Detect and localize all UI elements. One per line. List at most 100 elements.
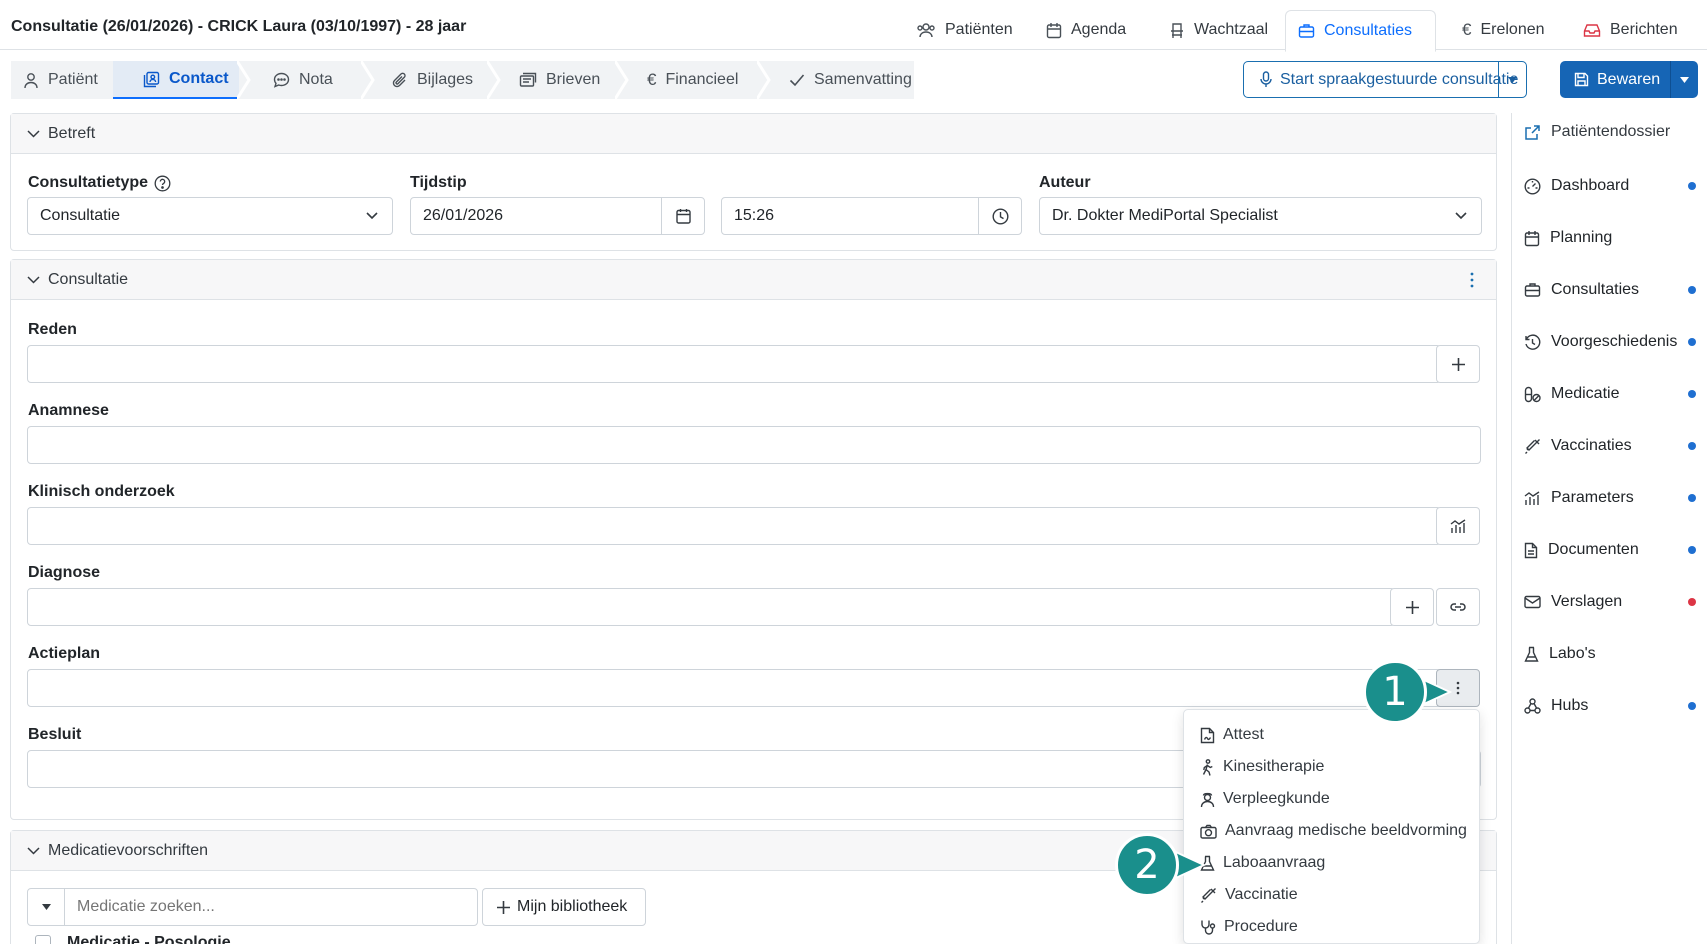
betreft-title: Betreft <box>48 124 96 142</box>
tab-nota[interactable]: Nota <box>261 61 333 99</box>
medicatie-search-mode-toggle[interactable] <box>27 888 65 926</box>
medicatie-search-input[interactable] <box>64 888 478 926</box>
callout-badge-2: 2 <box>1115 833 1179 897</box>
caret-down-icon <box>41 904 51 910</box>
status-dot-vaccinaties <box>1688 442 1696 450</box>
menu-item-attest[interactable]: Attest <box>1200 721 1264 749</box>
voice-consult-label: Start spraakgestuurde consultatie <box>1280 70 1519 88</box>
help-icon[interactable] <box>154 175 171 192</box>
flask-icon <box>1524 646 1539 663</box>
sidebar-divider <box>1511 113 1512 944</box>
menu-item-label: Vaccinatie <box>1225 886 1298 903</box>
nav-agenda[interactable]: Agenda <box>1034 10 1138 50</box>
tab-samenvatting[interactable]: Samenvatting <box>777 61 912 99</box>
klinisch-input[interactable] <box>27 507 1441 545</box>
save-dropdown-toggle[interactable] <box>1670 61 1698 98</box>
tab-bijlages[interactable]: Bijlages <box>380 61 473 99</box>
sidebar-item-dashboard[interactable]: Dashboard <box>1524 171 1629 201</box>
menu-item-procedure[interactable]: Procedure <box>1200 913 1298 941</box>
date-input[interactable]: 26/01/2026 <box>410 197 662 235</box>
check-icon <box>789 73 805 87</box>
menu-item-vaccinatie[interactable]: Vaccinatie <box>1200 881 1298 909</box>
plus-icon <box>1405 600 1420 615</box>
consultatietype-select[interactable]: Consultatie <box>27 197 393 235</box>
tab-brieven[interactable]: Brieven <box>507 61 600 99</box>
contact-icon <box>143 71 160 88</box>
voice-consult-button-group: Start spraakgestuurde consultatie <box>1243 61 1527 98</box>
diagnose-add-button[interactable] <box>1390 588 1434 626</box>
voice-consult-dropdown-toggle[interactable] <box>1498 61 1526 98</box>
auteur-select[interactable]: Dr. Dokter MediPortal Specialist <box>1039 197 1482 235</box>
reden-input[interactable] <box>27 345 1441 383</box>
sidebar-item-medicatie[interactable]: Medicatie <box>1524 379 1619 409</box>
parameters-button[interactable] <box>1436 507 1480 545</box>
date-picker-button[interactable] <box>661 197 705 235</box>
diagnose-link-button[interactable] <box>1436 588 1480 626</box>
more-vertical-icon[interactable] <box>1470 272 1474 288</box>
letters-icon <box>519 72 537 88</box>
calendar-icon <box>1046 22 1062 39</box>
my-library-button[interactable]: Mijn bibliotheek <box>482 888 646 926</box>
tab-separator <box>615 61 629 99</box>
nav-berichten[interactable]: Berichten <box>1571 10 1690 50</box>
time-input[interactable]: 15:26 <box>721 197 979 235</box>
tab-financieel[interactable]: € Financieel <box>635 61 738 99</box>
plus-icon <box>1451 357 1466 372</box>
more-vertical-icon <box>1456 681 1460 695</box>
nav-erelonen[interactable]: € Erelonen <box>1450 10 1557 50</box>
sidebar-item-label: Labo's <box>1549 645 1596 662</box>
consultatie-header[interactable]: Consultatie <box>11 260 1496 300</box>
stethoscope-icon <box>1200 919 1216 936</box>
nav-label: Patiënten <box>945 21 1013 38</box>
briefcase-icon <box>1524 282 1541 298</box>
betreft-header[interactable]: Betreft <box>11 114 1496 154</box>
menu-item-beeldvorming[interactable]: Aanvraag medische beeldvorming <box>1200 817 1467 845</box>
sidebar-item-consultaties[interactable]: Consultaties <box>1524 275 1639 305</box>
sidebar-item-planning[interactable]: Planning <box>1524 223 1612 253</box>
caret-down-icon <box>1508 76 1517 83</box>
sidebar-item-patientendossier[interactable]: Patiëntendossier <box>1524 117 1670 147</box>
sidebar-item-verslagen[interactable]: Verslagen <box>1524 587 1622 617</box>
paperclip-icon <box>392 72 408 89</box>
anamnese-input[interactable] <box>27 426 1481 464</box>
tab-contact[interactable]: Contact <box>113 61 239 99</box>
diagnose-input[interactable] <box>27 588 1395 626</box>
menu-item-verpleegkunde[interactable]: Verpleegkunde <box>1200 785 1330 813</box>
floppy-disk-icon <box>1574 72 1589 87</box>
save-button[interactable]: Bewaren <box>1560 61 1670 98</box>
chat-icon <box>273 72 290 89</box>
sidebar-item-label: Voorgeschiedenis <box>1551 333 1678 350</box>
euro-icon: € <box>647 70 657 89</box>
actieplan-dropdown-menu: Attest Kinesitherapie Verpleegkunde Aanv… <box>1183 709 1480 944</box>
auteur-value: Dr. Dokter MediPortal Specialist <box>1052 207 1278 224</box>
consultatietype-value: Consultatie <box>40 207 121 224</box>
nurse-icon <box>1200 791 1215 808</box>
sidebar-item-parameters[interactable]: Parameters <box>1524 483 1634 513</box>
select-all-checkbox[interactable] <box>35 935 51 944</box>
sidebar-item-voorgeschiedenis[interactable]: Voorgeschiedenis <box>1524 327 1677 357</box>
actieplan-input[interactable] <box>27 669 1441 707</box>
nav-patienten[interactable]: Patiënten <box>904 10 1025 50</box>
time-picker-button[interactable] <box>978 197 1022 235</box>
chevron-down-icon <box>27 846 40 855</box>
sidebar-item-label: Consultaties <box>1551 281 1640 298</box>
status-dot-hubs <box>1688 702 1696 710</box>
menu-item-label: Aanvraag medische beeldvorming <box>1225 822 1467 839</box>
nav-consultaties[interactable]: Consultaties <box>1285 10 1436 52</box>
person-icon <box>23 72 39 89</box>
sidebar-item-labos[interactable]: Labo's <box>1524 639 1596 669</box>
sidebar-item-vaccinaties[interactable]: Vaccinaties <box>1524 431 1632 461</box>
sidebar-item-hubs[interactable]: Hubs <box>1524 691 1588 721</box>
betreft-card: Betreft Consultatietype Consultatie Tijd… <box>10 113 1497 251</box>
consultatietype-label: Consultatietype <box>28 174 171 192</box>
menu-item-kinesitherapie[interactable]: Kinesitherapie <box>1200 753 1324 781</box>
nav-wachtzaal[interactable]: Wachtzaal <box>1157 10 1280 50</box>
voice-consult-button[interactable]: Start spraakgestuurde consultatie <box>1244 62 1526 97</box>
menu-item-laboaanvraag[interactable]: Laboaanvraag <box>1200 849 1325 877</box>
caret-down-icon <box>1680 76 1689 83</box>
reden-add-button[interactable] <box>1436 345 1480 383</box>
sidebar-item-documenten[interactable]: Documenten <box>1524 535 1639 565</box>
tab-patient[interactable]: Patiënt <box>11 61 111 99</box>
medicatie-title: Medicatievoorschriften <box>48 841 209 859</box>
hubs-icon <box>1524 697 1541 715</box>
